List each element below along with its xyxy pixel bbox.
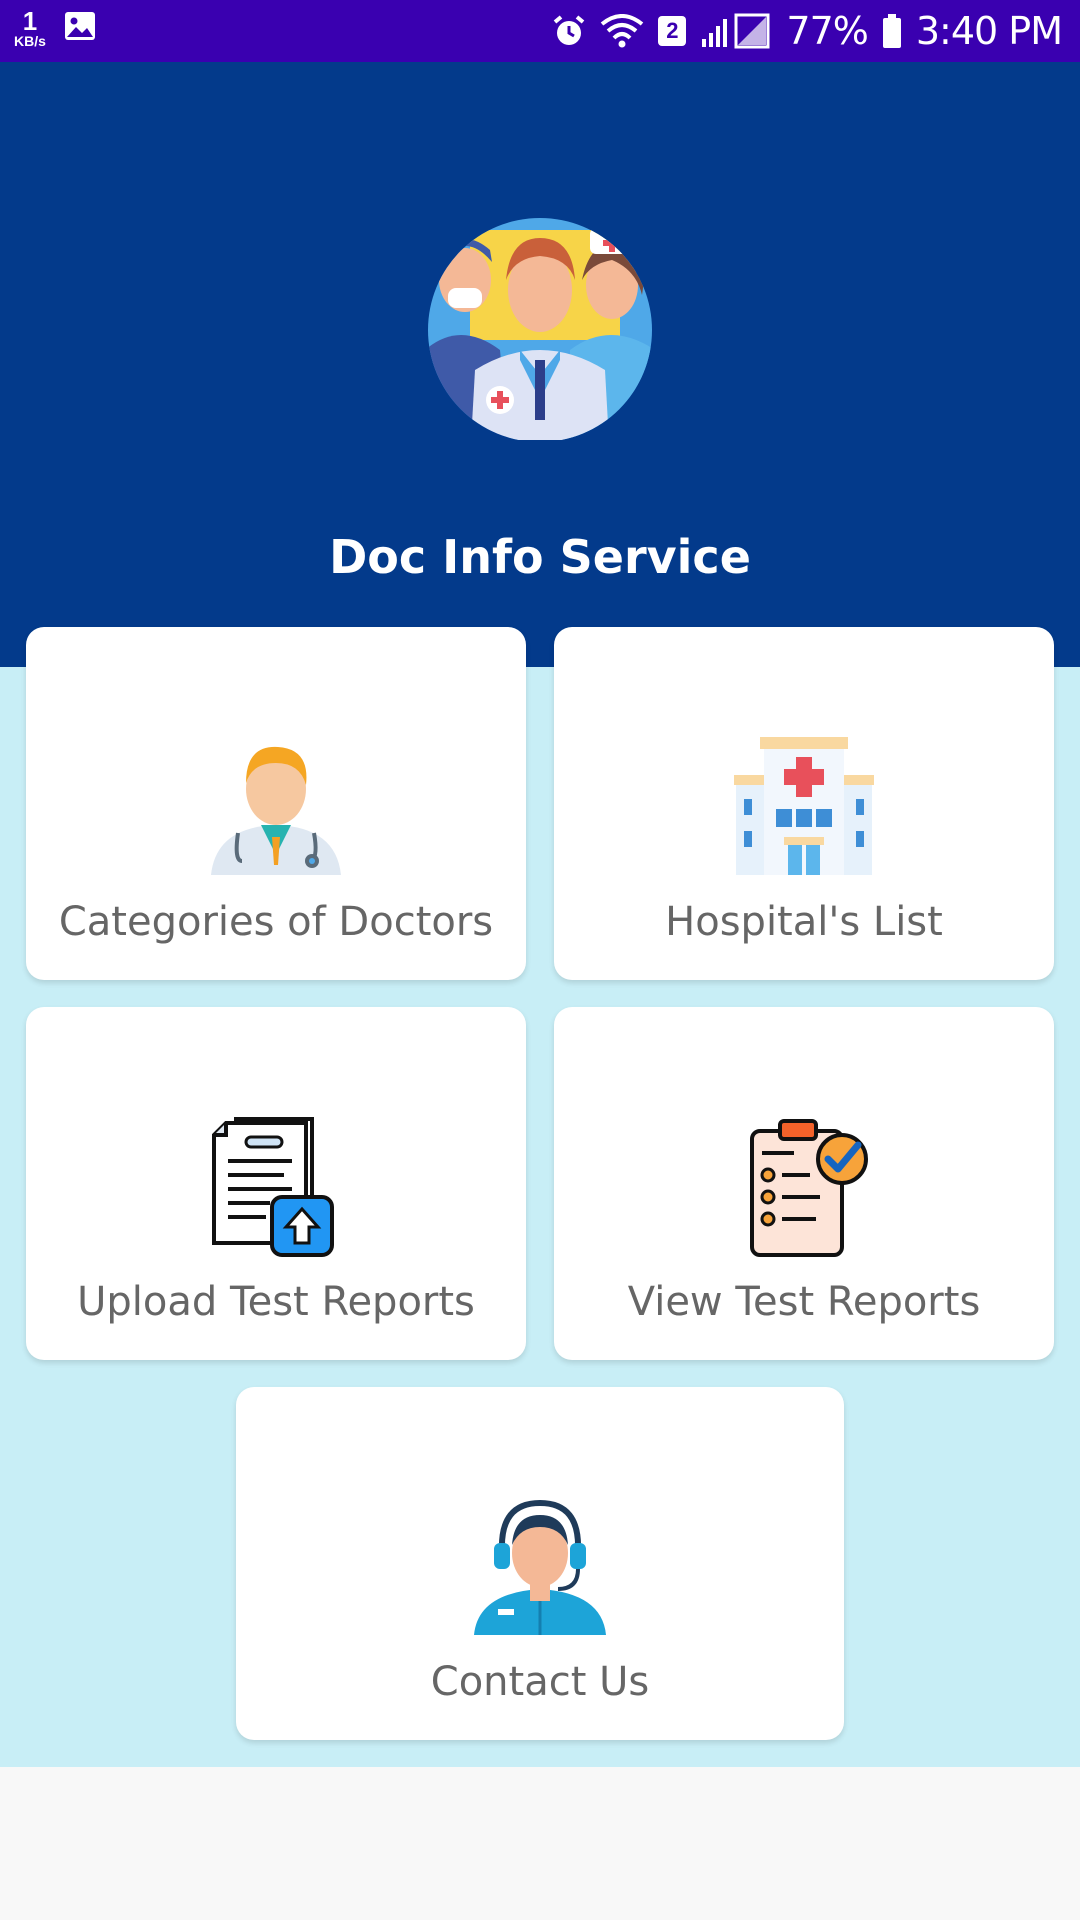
hospitals-list-card[interactable]: Hospital's List [554, 627, 1054, 980]
app-header: Doc Info Service [0, 62, 1080, 667]
battery-icon [882, 14, 902, 48]
gallery-icon [64, 11, 96, 46]
upload-report-icon [206, 1117, 346, 1257]
app-title: Doc Info Service [329, 530, 751, 584]
net-speed: 1 KB/s [14, 8, 46, 48]
status-bar: 1 KB/s 2 77% 3:40 PM [0, 0, 1080, 62]
hospital-icon [734, 737, 874, 877]
clock: 3:40 PM [915, 9, 1063, 53]
alarm-icon [552, 14, 586, 48]
status-right: 2 77% 3:40 PM [552, 0, 1063, 62]
net-speed-unit: KB/s [14, 33, 46, 49]
view-test-reports-card[interactable]: View Test Reports [554, 1007, 1054, 1360]
categories-of-doctors-card[interactable]: Categories of Doctors [26, 627, 526, 980]
contact-us-card[interactable]: Contact Us [236, 1387, 844, 1740]
categories-of-doctors-label: Categories of Doctors [58, 899, 494, 945]
view-test-reports-label: View Test Reports [627, 1279, 981, 1325]
doctors-group-icon [420, 200, 660, 442]
sim-badge: 2 [658, 16, 687, 46]
battery-percent: 77% [786, 9, 868, 53]
upload-test-reports-card[interactable]: Upload Test Reports [26, 1007, 526, 1360]
hospitals-list-label: Hospital's List [665, 899, 943, 945]
wifi-icon [600, 14, 644, 48]
net-speed-value: 1 [22, 6, 38, 36]
status-left: 1 KB/s [14, 8, 96, 48]
upload-test-reports-label: Upload Test Reports [77, 1279, 475, 1325]
contact-us-label: Contact Us [430, 1659, 650, 1705]
signal-icon [700, 13, 772, 49]
doctor-icon [206, 737, 346, 877]
clipboard-check-icon [734, 1117, 874, 1257]
support-agent-icon [470, 1497, 610, 1637]
